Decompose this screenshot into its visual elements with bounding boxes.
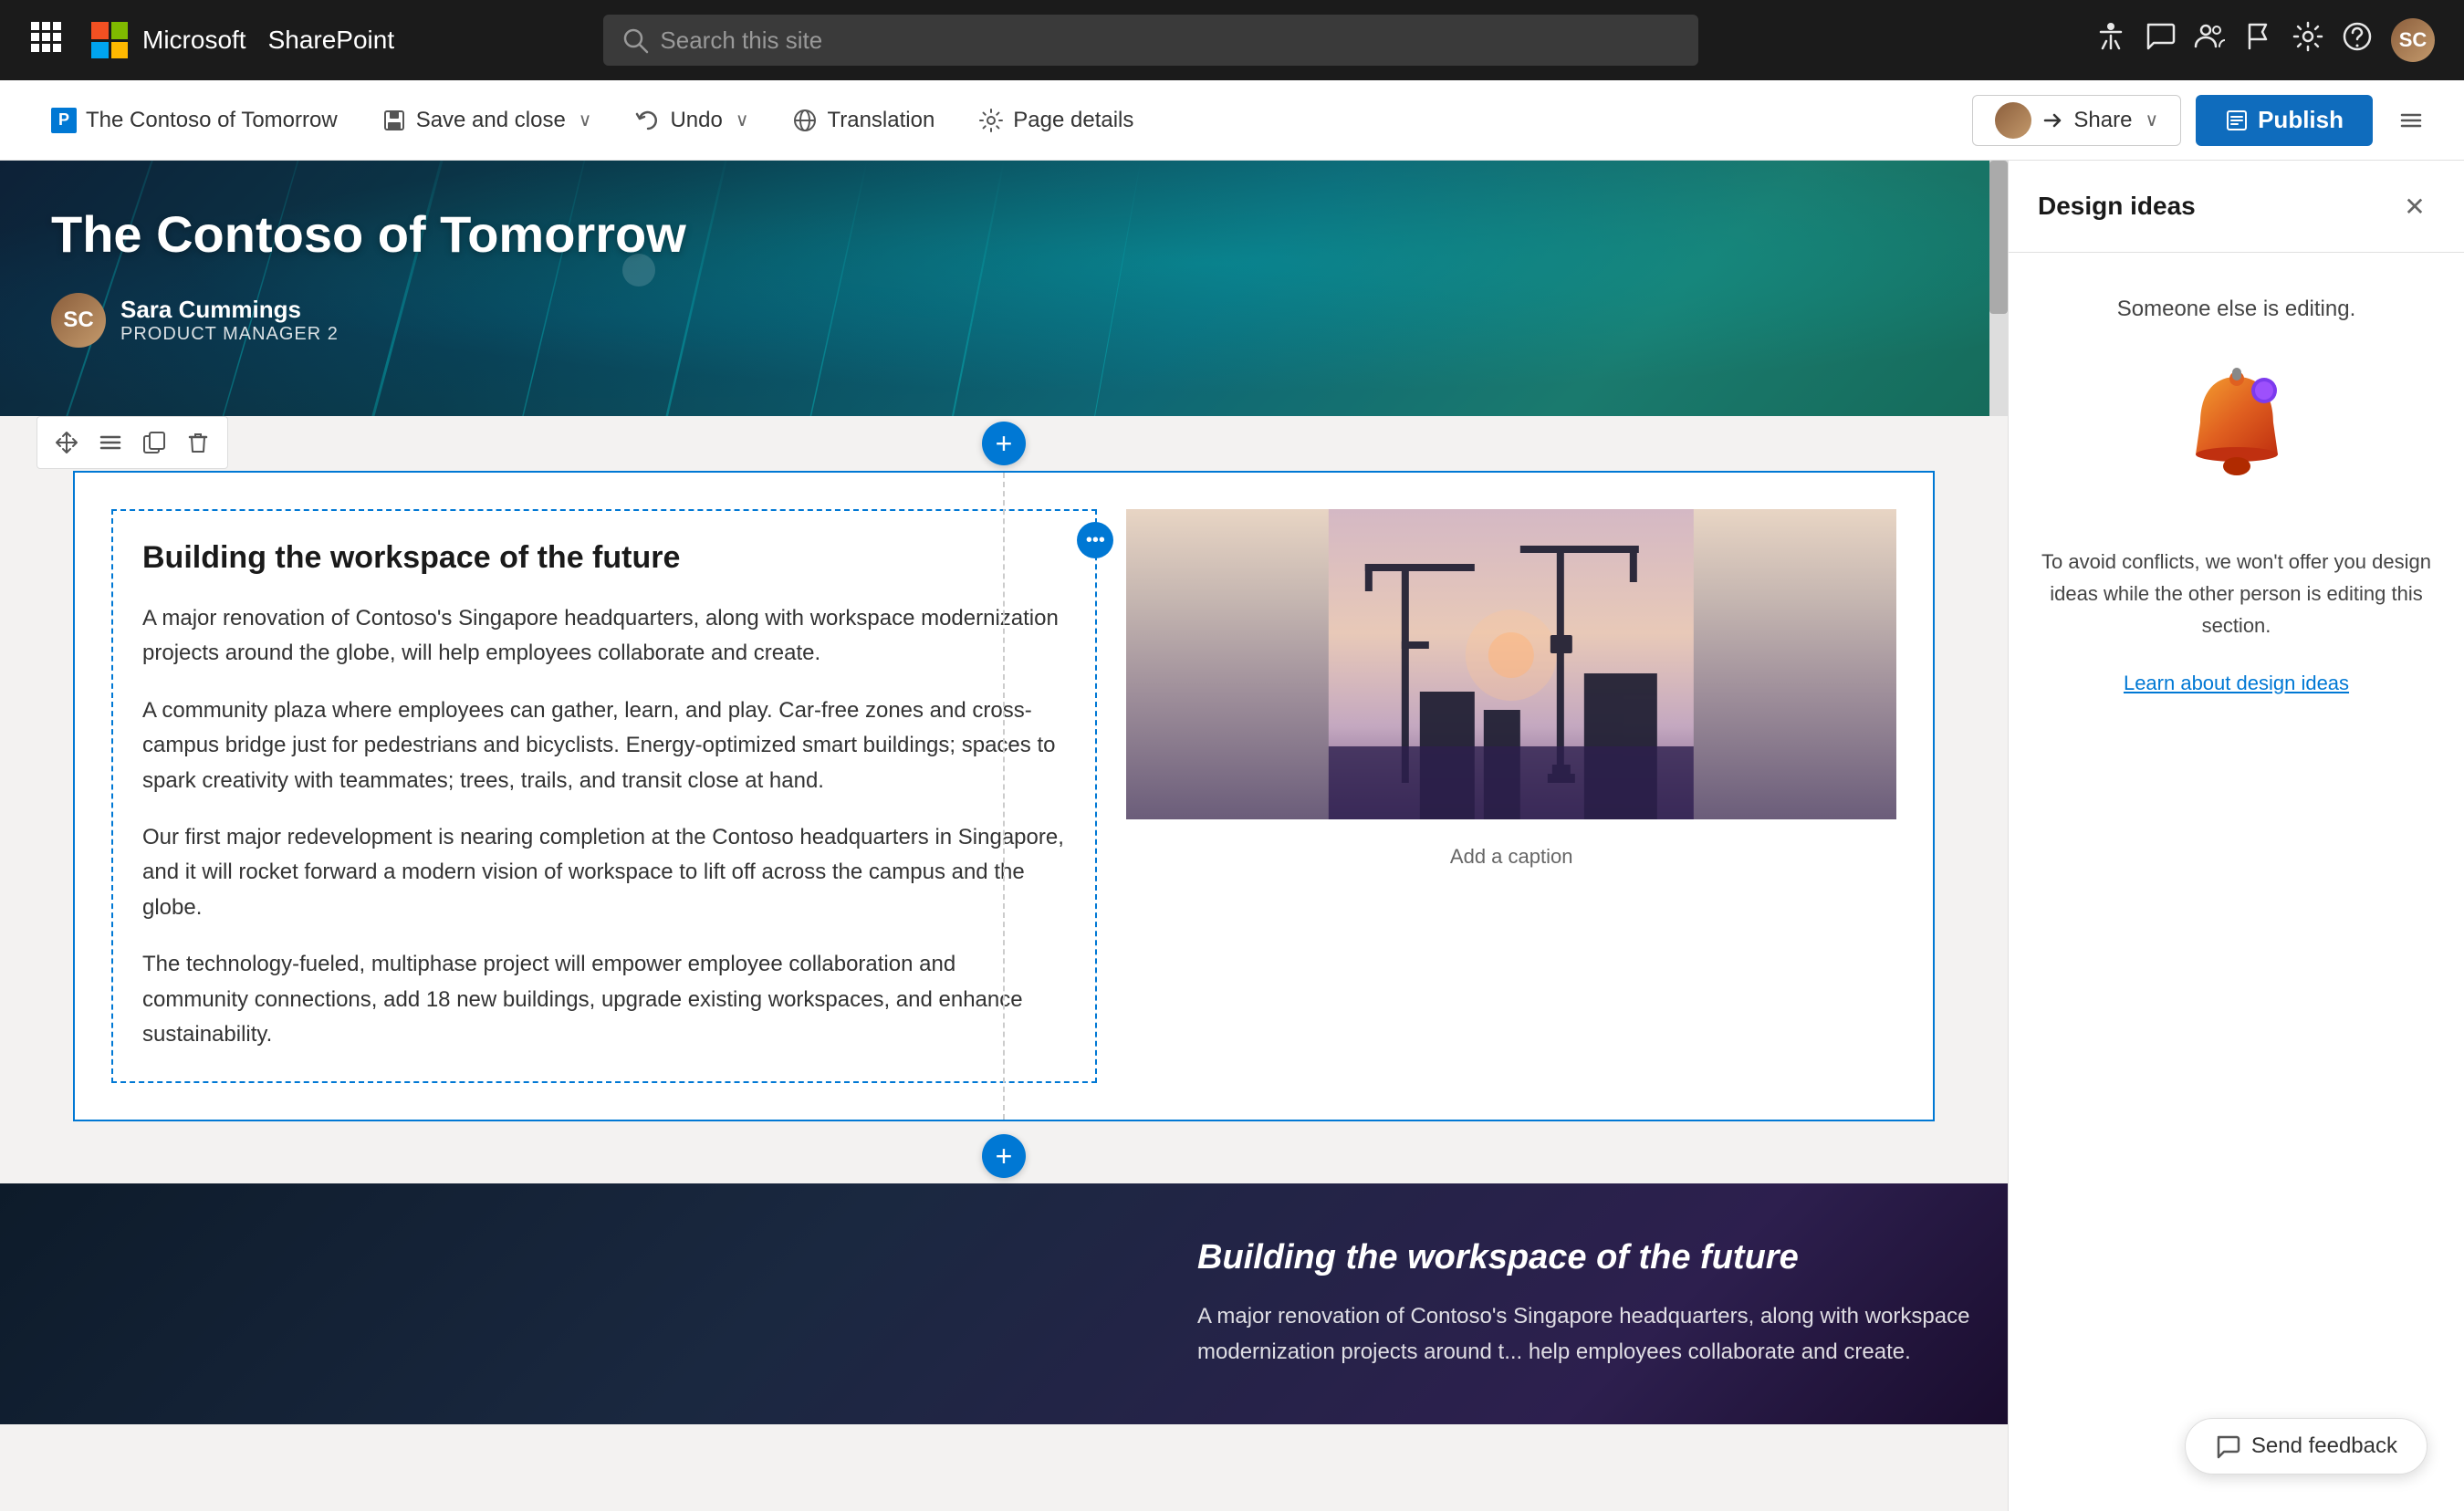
- app-name: Microsoft: [142, 26, 246, 55]
- share-label: Share: [2073, 108, 2132, 133]
- add-section-bottom: +: [0, 1129, 2008, 1183]
- bell-icon: [2173, 359, 2301, 505]
- people-icon[interactable]: [2194, 21, 2225, 59]
- page-details-icon: [978, 108, 1004, 133]
- translation-button[interactable]: Translation: [770, 80, 956, 161]
- settings-icon[interactable]: [2292, 21, 2323, 59]
- delete-section-button[interactable]: [180, 424, 216, 461]
- hero-author-name: Sara Cummings: [120, 296, 339, 324]
- design-panel-close-button[interactable]: ✕: [2395, 186, 2435, 226]
- share-avatar: [1995, 102, 2031, 139]
- publish-label: Publish: [2258, 106, 2344, 134]
- dark-heading: Building the workspace of the future: [1197, 1238, 1971, 1277]
- save-close-chevron[interactable]: ∨: [579, 109, 592, 131]
- translation-label: Translation: [827, 108, 934, 133]
- page-icon: P: [51, 108, 77, 133]
- site-name: SharePoint: [268, 26, 395, 55]
- nav-icons-group: SC: [2095, 18, 2435, 62]
- waffle-icon[interactable]: [29, 20, 62, 61]
- feedback-bubble-icon: [2215, 1433, 2240, 1459]
- publish-icon: [2225, 109, 2249, 132]
- share-button[interactable]: Share ∨: [1972, 95, 2181, 146]
- design-panel-header: Design ideas ✕: [2009, 161, 2464, 253]
- accessibility-icon[interactable]: [2095, 21, 2126, 59]
- page-details-button[interactable]: Page details: [956, 80, 1155, 161]
- content-para-4: The technology-fueled, multiphase projec…: [142, 947, 1066, 1052]
- undo-chevron[interactable]: ∨: [736, 109, 749, 131]
- image-caption[interactable]: Add a caption: [1126, 834, 1896, 880]
- toolbar-right-actions: Share ∨ Publish: [1972, 95, 2435, 146]
- collapse-button[interactable]: [2387, 97, 2435, 144]
- hero-scrollbar[interactable]: [1989, 161, 2008, 416]
- page-title-item[interactable]: P The Contoso of Tomorrow: [29, 80, 360, 161]
- page-details-label: Page details: [1013, 108, 1133, 133]
- search-input[interactable]: [660, 26, 1680, 55]
- save-close-button[interactable]: Save and close ∨: [360, 80, 614, 161]
- text-column[interactable]: ••• Building the workspace of the future…: [111, 509, 1097, 1083]
- flag-icon[interactable]: [2243, 21, 2274, 59]
- top-navigation: Microsoft SharePoint SC: [0, 0, 2464, 80]
- save-close-label: Save and close: [416, 108, 566, 133]
- undo-icon: [635, 108, 661, 133]
- two-column-section: ••• Building the workspace of the future…: [73, 471, 1935, 1121]
- page-scroll-wrapper[interactable]: The Contoso of Tomorrow SC Sara Cummings…: [0, 161, 2008, 1511]
- move-section-button[interactable]: [48, 424, 85, 461]
- design-ideas-panel: Design ideas ✕ Someone else is editing.: [2008, 161, 2464, 1511]
- hero-scrollbar-thumb: [1989, 161, 2008, 314]
- crane-image-svg: [1126, 509, 1896, 819]
- share-arrow-icon: [2041, 109, 2064, 132]
- content-para-3: Our first major redevelopment is nearing…: [142, 820, 1066, 925]
- publish-button[interactable]: Publish: [2196, 95, 2373, 146]
- hero-avatar: SC: [51, 293, 106, 348]
- add-section-top: +: [0, 416, 2008, 471]
- send-feedback-button[interactable]: Send feedback: [2185, 1418, 2427, 1475]
- hero-background-lines: [0, 161, 2008, 416]
- section-toolbar: [37, 416, 228, 469]
- add-section-circle-bottom[interactable]: +: [982, 1134, 1026, 1178]
- add-section-circle-top[interactable]: +: [982, 422, 1026, 465]
- main-area: The Contoso of Tomorrow SC Sara Cummings…: [0, 161, 2464, 1511]
- design-panel-title: Design ideas: [2038, 192, 2196, 221]
- send-feedback-label: Send feedback: [2251, 1433, 2397, 1459]
- editing-notice: Someone else is editing.: [2117, 297, 2356, 322]
- hero-lines-svg: [0, 161, 2008, 416]
- page-title-label: The Contoso of Tomorrow: [86, 108, 338, 133]
- dark-section-inner: Building the workspace of the future A m…: [37, 1238, 1971, 1370]
- content-heading: Building the workspace of the future: [142, 540, 1066, 576]
- user-avatar[interactable]: SC: [2391, 18, 2435, 62]
- copy-section-button[interactable]: [136, 424, 172, 461]
- content-para-2: A community plaza where employees can ga…: [142, 693, 1066, 798]
- hero-author-title: Product Manager 2: [120, 324, 339, 345]
- hero-author-info: Sara Cummings Product Manager 2: [120, 296, 339, 345]
- translation-icon: [792, 108, 818, 133]
- hero-section: The Contoso of Tomorrow SC Sara Cummings…: [0, 161, 2008, 416]
- image-column: Add a caption: [1126, 509, 1896, 1083]
- search-box[interactable]: [603, 15, 1698, 66]
- section-settings-button[interactable]: [92, 424, 129, 461]
- undo-button[interactable]: Undo ∨: [613, 80, 770, 161]
- save-icon: [381, 108, 407, 133]
- dark-section: Building the workspace of the future A m…: [0, 1183, 2008, 1424]
- content-para-1: A major renovation of Contoso's Singapor…: [142, 601, 1066, 672]
- microsoft-logo[interactable]: Microsoft SharePoint: [91, 22, 394, 58]
- edit-handle[interactable]: •••: [1077, 522, 1113, 558]
- hero-author: SC Sara Cummings Product Manager 2: [51, 293, 1957, 348]
- content-section-container: ••• Building the workspace of the future…: [37, 471, 1971, 1121]
- learn-about-design-ideas-link[interactable]: Learn about design ideas: [2124, 672, 2349, 695]
- design-description: To avoid conflicts, we won't offer you d…: [2038, 546, 2435, 642]
- article-image[interactable]: [1126, 509, 1896, 819]
- notification-icon-container: [2173, 359, 2301, 509]
- page-content: The Contoso of Tomorrow SC Sara Cummings…: [0, 161, 2008, 1511]
- share-chevron[interactable]: ∨: [2145, 109, 2158, 131]
- hero-title: The Contoso of Tomorrow: [51, 204, 1957, 264]
- design-panel-body: Someone else is editing.: [2009, 253, 2464, 1511]
- editor-toolbar: P The Contoso of Tomorrow Save and close…: [0, 80, 2464, 161]
- dark-paragraph: A major renovation of Contoso's Singapor…: [1197, 1299, 1971, 1370]
- help-icon[interactable]: [2342, 21, 2373, 59]
- undo-label: Undo: [670, 108, 722, 133]
- feedback-icon[interactable]: [2145, 21, 2176, 59]
